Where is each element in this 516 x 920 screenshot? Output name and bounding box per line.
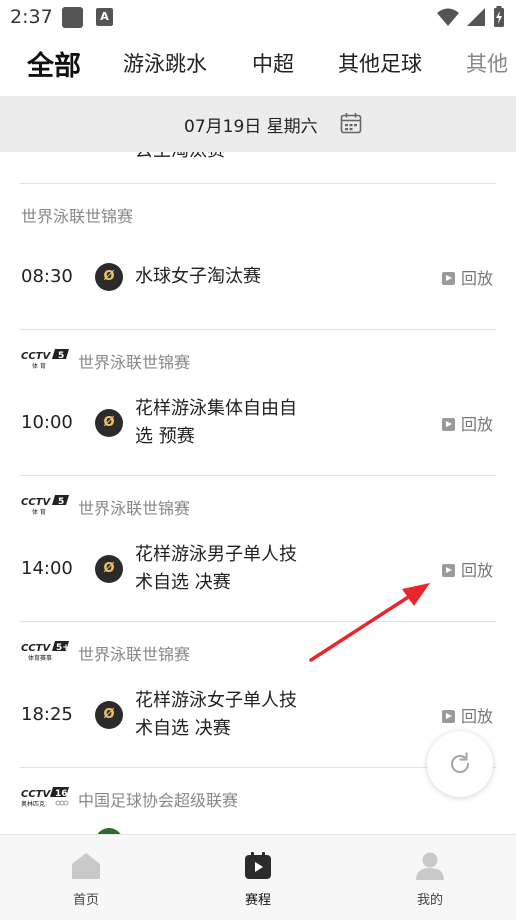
replay-button[interactable]: 回放 <box>442 703 493 727</box>
match-list[interactable]: 去主淘汰赛 世界泳联世锦赛 08:30 Ø 水球女子淘汰赛 回放 CCTV 5 体 … <box>0 152 516 834</box>
svg-text:体育赛事: 体育赛事 <box>28 654 52 662</box>
divider <box>20 621 496 622</box>
medal-icon: Ø <box>95 555 123 583</box>
nav-home[interactable]: 首页 <box>46 851 126 908</box>
divider <box>20 767 496 768</box>
svg-text:5+: 5+ <box>56 643 70 653</box>
partial-match-title: 去主淘汰赛 <box>135 152 225 162</box>
competition-label: 世界泳联世锦赛 <box>78 499 191 518</box>
divider <box>20 475 496 476</box>
replay-button[interactable]: 回放 <box>442 411 493 435</box>
competition-label: 中国足球协会超级联赛 <box>78 791 239 810</box>
nav-schedule-label: 赛程 <box>244 893 271 908</box>
competition-label: 世界泳联世锦赛 <box>21 207 134 226</box>
play-icon <box>442 564 455 577</box>
cctv5-logo: CCTV 5 体 育 <box>20 494 70 516</box>
match-time: 18:25 <box>21 704 73 725</box>
match-title: 花样游泳女子单人技 术自选 决赛 <box>135 690 297 739</box>
wifi-icon <box>436 8 459 26</box>
match-title: 花样游泳男子单人技 术自选 决赛 <box>135 544 297 593</box>
divider <box>20 183 496 184</box>
app-notification-icon <box>62 7 83 28</box>
refresh-icon <box>450 752 470 774</box>
tab-swimming-diving[interactable]: 游泳跳水 <box>123 48 207 78</box>
svg-text:体 育: 体 育 <box>32 508 46 516</box>
replay-button[interactable]: 回放 <box>442 557 493 581</box>
play-icon <box>442 710 455 723</box>
cctv5plus-logo: CCTV 5+ 体育赛事 <box>20 640 70 662</box>
nav-profile[interactable]: 我的 <box>390 851 470 908</box>
status-time: 2:37 <box>10 6 53 28</box>
profile-icon <box>416 852 444 880</box>
match-title: 花样游泳集体自由自选 预赛 <box>135 398 297 447</box>
tab-other-football[interactable]: 其他足球 <box>338 48 422 78</box>
tab-other[interactable]: 其他 <box>466 48 508 78</box>
medal-icon: Ø <box>95 409 123 437</box>
bottom-nav: 首页 赛程 我的 <box>0 834 516 920</box>
svg-text:CCTV: CCTV <box>21 643 51 654</box>
battery-icon <box>494 6 504 27</box>
svg-text:5: 5 <box>58 497 64 507</box>
category-tabs: 全部 游泳跳水 中超 其他足球 其他 <box>0 36 516 94</box>
play-icon <box>442 272 455 285</box>
system-icons <box>436 6 506 30</box>
nav-home-label: 首页 <box>72 893 99 908</box>
cctv5-logo: CCTV 5 体 育 <box>20 348 70 370</box>
match-time: 14:00 <box>21 558 73 579</box>
nav-profile-label: 我的 <box>416 893 443 908</box>
cctv16-logo: CCTV 16 奥林匹克 <box>20 786 70 808</box>
svg-text:奥林匹克: 奥林匹克 <box>21 800 45 808</box>
signal-icon <box>466 8 485 26</box>
medal-icon: Ø <box>95 701 123 729</box>
svg-text:体 育: 体 育 <box>32 362 46 370</box>
replay-button[interactable]: 回放 <box>442 265 493 289</box>
competition-label: 世界泳联世锦赛 <box>78 645 191 664</box>
svg-text:CCTV: CCTV <box>21 789 51 800</box>
svg-text:CCTV: CCTV <box>21 497 51 508</box>
refresh-button[interactable] <box>427 731 493 797</box>
medal-icon: Ø <box>95 263 123 291</box>
svg-text:5: 5 <box>58 351 64 361</box>
svg-text:CCTV: CCTV <box>21 351 51 362</box>
date-bar[interactable]: 07月19日 星期六 <box>0 96 516 152</box>
divider <box>20 329 496 330</box>
play-icon <box>442 418 455 431</box>
date-label: 07月19日 星期六 <box>184 117 318 137</box>
calendar-icon[interactable] <box>340 112 362 134</box>
home-icon <box>72 853 100 879</box>
match-title: 水球女子淘汰赛 <box>135 266 261 287</box>
tab-all[interactable]: 全部 <box>27 44 81 83</box>
schedule-icon <box>245 852 271 879</box>
match-time: 08:30 <box>21 266 73 287</box>
match-time: 10:00 <box>21 412 73 433</box>
tab-csl[interactable]: 中超 <box>252 48 294 78</box>
status-bar: 2:37 A <box>0 0 516 36</box>
notification-badge-icon: A <box>96 8 113 26</box>
competition-label: 世界泳联世锦赛 <box>78 353 191 372</box>
svg-text:16: 16 <box>55 789 68 799</box>
nav-schedule[interactable]: 赛程 <box>218 851 298 908</box>
